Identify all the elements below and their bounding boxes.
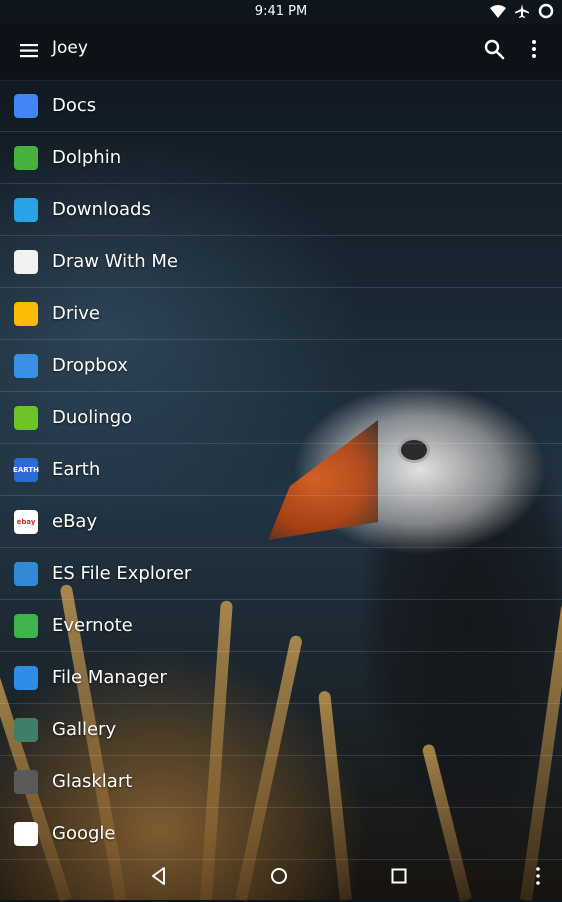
status-time: 9:41 PM <box>254 4 308 19</box>
app-list-item[interactable]: Duolingo <box>0 392 562 444</box>
downloads-icon <box>14 197 38 222</box>
app-label: Glasklart <box>52 771 133 792</box>
app-label: Dolphin <box>52 147 122 168</box>
app-label: File Manager <box>52 667 167 688</box>
evernote-icon <box>14 613 38 638</box>
search-icon <box>484 39 505 60</box>
search-button[interactable] <box>482 37 506 61</box>
more-vert-icon <box>532 40 536 58</box>
airplane-mode-icon <box>514 3 530 23</box>
google-icon <box>14 821 38 846</box>
es-file-explorer-icon <box>14 561 38 586</box>
status-bar: 9:41 PM <box>0 0 562 24</box>
app-list-item[interactable]: Docs <box>0 80 562 132</box>
app-list: Docs Dolphin Downloads Draw With Me Drive Dro… <box>0 80 562 860</box>
dropbox-icon <box>14 353 38 378</box>
app-label: eBay <box>52 511 98 532</box>
ebay-icon: ebay <box>14 509 38 534</box>
wifi-icon <box>490 4 506 23</box>
more-vert-icon <box>536 867 540 885</box>
app-label: Dropbox <box>52 355 128 376</box>
recents-square-icon <box>391 868 407 884</box>
app-title: Joey <box>52 38 88 58</box>
app-label: Gallery <box>52 719 117 740</box>
app-label: Earth <box>52 459 101 480</box>
app-bar: Joey <box>0 24 562 81</box>
recents-button[interactable] <box>387 864 411 888</box>
dolphin-icon <box>14 145 38 170</box>
menu-button[interactable] <box>18 40 42 64</box>
app-list-item[interactable]: Dolphin <box>0 132 562 184</box>
hamburger-icon <box>20 44 38 58</box>
app-label: Draw With Me <box>52 251 178 272</box>
glasklart-icon <box>14 769 38 794</box>
back-triangle-icon <box>152 867 165 885</box>
app-label: Docs <box>52 95 97 116</box>
app-label: Duolingo <box>52 407 133 428</box>
gallery-icon <box>14 717 38 742</box>
app-label: Drive <box>52 303 100 324</box>
app-list-item[interactable]: EARTH Earth <box>0 444 562 496</box>
back-button[interactable] <box>147 864 171 888</box>
home-button[interactable] <box>267 864 291 888</box>
app-list-item[interactable]: ES File Explorer <box>0 548 562 600</box>
app-list-item[interactable]: Evernote <box>0 600 562 652</box>
app-list-item[interactable]: Draw With Me <box>0 236 562 288</box>
nav-menu-button[interactable] <box>526 864 550 888</box>
overflow-menu-button[interactable] <box>522 37 546 61</box>
draw-icon <box>14 249 38 274</box>
app-label: Google <box>52 823 116 844</box>
app-list-item[interactable]: File Manager <box>0 652 562 704</box>
app-list-item[interactable]: Glasklart <box>0 756 562 808</box>
earth-icon: EARTH <box>13 457 39 482</box>
docs-icon <box>14 93 38 118</box>
status-icons <box>490 3 554 23</box>
app-list-item[interactable]: Downloads <box>0 184 562 236</box>
battery-icon <box>538 3 554 23</box>
drive-icon <box>14 301 38 326</box>
app-label: ES File Explorer <box>52 563 192 584</box>
app-label: Downloads <box>52 199 151 220</box>
navigation-bar <box>0 852 562 900</box>
file-manager-icon <box>14 665 38 690</box>
app-label: Evernote <box>52 615 133 636</box>
home-circle-icon <box>271 868 287 884</box>
duolingo-icon <box>14 405 38 430</box>
app-list-item[interactable]: Gallery <box>0 704 562 756</box>
app-list-item[interactable]: Dropbox <box>0 340 562 392</box>
app-list-item[interactable]: ebay eBay <box>0 496 562 548</box>
app-list-item[interactable]: Drive <box>0 288 562 340</box>
